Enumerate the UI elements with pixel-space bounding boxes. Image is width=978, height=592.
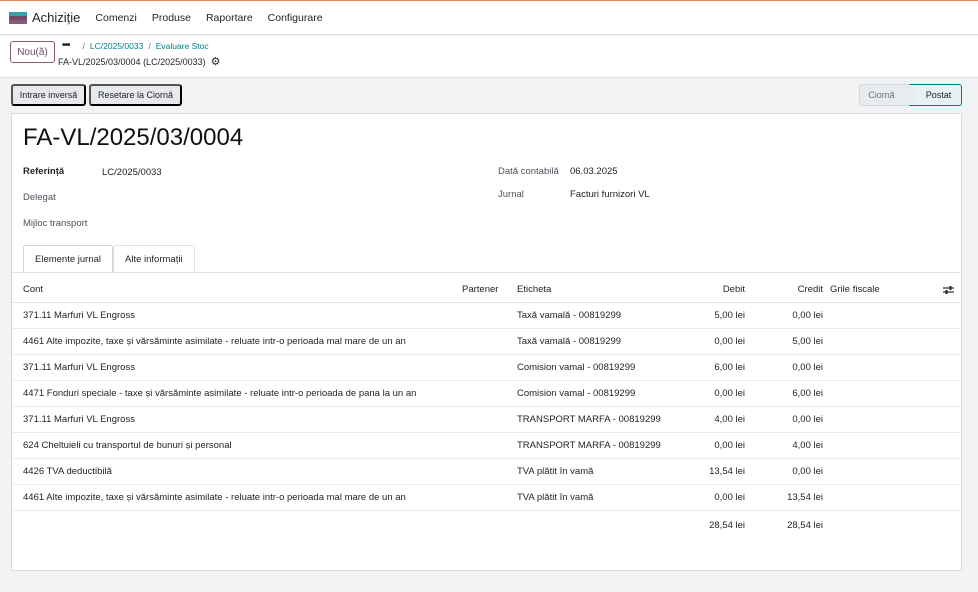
row-credit: 0,00 lei [792, 362, 823, 373]
status-posted-label: Postat [925, 90, 952, 100]
col-label[interactable]: Eticheta [517, 277, 551, 303]
col-debit[interactable]: Debit [692, 277, 745, 303]
app-logo-icon[interactable] [9, 11, 27, 24]
total-credit: 28,54 lei [787, 520, 823, 531]
row-account: 4461 Alte impozite, taxe și vărsăminte a… [23, 492, 406, 503]
row-label: Comision vamal - 00819299 [517, 388, 636, 399]
journal-label: Jurnal [498, 189, 524, 200]
row-label: TVA plătit în vamă [517, 492, 594, 503]
tab-divider [12, 272, 961, 273]
table-row[interactable]: 371.11 Marfuri VL Engross Taxă vamală - … [12, 303, 961, 329]
table-row[interactable]: 4461 Alte impozite, taxe și vărsăminte a… [12, 329, 961, 355]
total-debit: 28,54 lei [709, 520, 745, 531]
control-panel: Nou(ă) ••• / LC/2025/0033 / Evaluare Sto… [0, 36, 978, 78]
row-debit: 6,00 lei [714, 362, 745, 373]
row-account: 4471 Fonduri speciale - taxe și vărsămin… [23, 388, 417, 399]
tab-journal-items[interactable]: Elemente jurnal [23, 245, 114, 272]
record-title-text: FA-VL/2025/03/0004 (LC/2025/0033) [58, 56, 206, 67]
row-debit: 0,00 lei [714, 336, 745, 347]
row-credit: 13,54 lei [787, 492, 823, 503]
row-debit: 4,00 lei [714, 414, 745, 425]
row-account: 4461 Alte impozite, taxe și vărsăminte a… [23, 336, 406, 347]
tab-other-info[interactable]: Alte informații [113, 245, 195, 272]
status-posted[interactable]: Postat [909, 84, 962, 106]
row-debit: 0,00 lei [714, 492, 745, 503]
row-credit: 5,00 lei [792, 336, 823, 347]
row-account: 371.11 Marfuri VL Engross [23, 310, 135, 321]
row-credit: 4,00 lei [792, 440, 823, 451]
top-navbar: Achiziție Comenzi Produse Raportare Conf… [0, 0, 978, 35]
breadcrumb-separator: / [148, 40, 151, 51]
row-account: 371.11 Marfuri VL Engross [23, 362, 135, 373]
menu-raportare[interactable]: Raportare [206, 12, 253, 24]
record-title: FA-VL/2025/03/0004 (LC/2025/0033) ⚙ [58, 55, 220, 68]
table-row[interactable]: 4471 Fonduri speciale - taxe și vărsămin… [12, 381, 961, 407]
menu-comenzi[interactable]: Comenzi [95, 12, 136, 24]
row-debit: 5,00 lei [714, 310, 745, 321]
col-tax-grids[interactable]: Grile fiscale [830, 277, 880, 303]
col-account[interactable]: Cont [23, 277, 43, 303]
ref-field[interactable]: LC/2025/0033 [102, 167, 162, 178]
reset-to-draft-button[interactable]: Resetare la Ciornă [89, 84, 182, 106]
row-credit: 0,00 lei [792, 310, 823, 321]
action-bar: Intrare inversă Resetare la Ciornă Ciorn… [0, 78, 978, 112]
row-debit: 0,00 lei [714, 440, 745, 451]
date-label: Dată contabilă [498, 166, 559, 177]
table-row[interactable]: 624 Cheltuieli cu transportul de bunuri … [12, 433, 961, 459]
row-label: TRANSPORT MARFA - 00819299 [517, 414, 661, 425]
breadcrumb-link-lc[interactable]: LC/2025/0033 [90, 41, 143, 51]
breadcrumb-more-icon[interactable]: ••• [62, 40, 70, 51]
totals-row: 28,54 lei 28,54 lei [12, 513, 961, 539]
table-row[interactable]: 371.11 Marfuri VL Engross TRANSPORT MARF… [12, 407, 961, 433]
row-credit: 6,00 lei [792, 388, 823, 399]
reverse-entry-button[interactable]: Intrare inversă [11, 84, 86, 106]
gear-icon[interactable]: ⚙ [211, 55, 221, 68]
breadcrumb-link-evaluare[interactable]: Evaluare Stoc [156, 41, 209, 51]
status-bar: Ciornă Postat [859, 84, 962, 106]
table-row[interactable]: 371.11 Marfuri VL Engross Comision vamal… [12, 355, 961, 381]
row-debit: 13,54 lei [709, 466, 745, 477]
ref-label: Referință [23, 166, 65, 177]
col-credit[interactable]: Credit [770, 277, 823, 303]
new-button[interactable]: Nou(ă) [10, 41, 55, 63]
status-draft[interactable]: Ciornă [859, 84, 909, 106]
row-credit: 0,00 lei [792, 466, 823, 477]
breadcrumb-separator: / [82, 40, 85, 51]
table-row[interactable]: 4461 Alte impozite, taxe și vărsăminte a… [12, 485, 961, 511]
breadcrumb: ••• / LC/2025/0033 / Evaluare Stoc [62, 40, 209, 51]
row-label: Taxă vamală - 00819299 [517, 336, 622, 347]
notebook-tabs: Elemente jurnal Alte informații [23, 245, 195, 272]
row-credit: 0,00 lei [792, 414, 823, 425]
transport-label: Mijloc transport [23, 218, 88, 229]
date-field[interactable]: 06.03.2025 [570, 166, 618, 177]
form-sheet: FA-VL/2025/03/0004 Referință LC/2025/003… [11, 113, 962, 571]
row-account: 4426 TVA deductibilă [23, 466, 112, 477]
row-debit: 0,00 lei [714, 388, 745, 399]
row-label: Comision vamal - 00819299 [517, 362, 636, 373]
row-label: TRANSPORT MARFA - 00819299 [517, 440, 661, 451]
col-partner[interactable]: Partener [462, 277, 498, 303]
row-account: 371.11 Marfuri VL Engross [23, 414, 135, 425]
journal-field[interactable]: Facturi furnizori VL [570, 189, 650, 200]
menu-produse[interactable]: Produse [152, 12, 191, 24]
move-name: FA-VL/2025/03/0004 [23, 124, 244, 151]
row-label: TVA plătit în vamă [517, 466, 594, 477]
table-header: Cont Partener Eticheta Debit Credit Gril… [12, 277, 961, 303]
column-settings-icon[interactable] [943, 285, 954, 295]
row-account: 624 Cheltuieli cu transportul de bunuri … [23, 440, 232, 451]
table-row[interactable]: 4426 TVA deductibilă TVA plătit în vamă … [12, 459, 961, 485]
delegat-label: Delegat [23, 192, 56, 203]
menu-configurare[interactable]: Configurare [268, 12, 323, 24]
app-name[interactable]: Achiziție [32, 10, 80, 25]
row-label: Taxă vamală - 00819299 [517, 310, 622, 321]
